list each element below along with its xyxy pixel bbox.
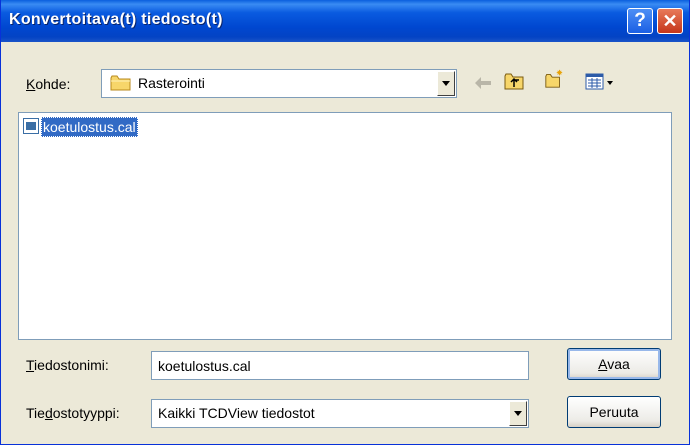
help-button[interactable]: ?	[627, 8, 653, 34]
file-name-label: Tiedostonimi:	[26, 357, 109, 373]
cal-file-icon	[23, 118, 39, 134]
file-list[interactable]: koetulostus.cal	[18, 112, 672, 340]
current-folder-text: Rasterointi	[138, 75, 205, 91]
file-type-dropdown-button[interactable]	[509, 401, 527, 426]
close-button[interactable]: ✕	[657, 8, 683, 34]
file-name: koetulostus.cal	[41, 117, 138, 137]
folder-icon	[110, 75, 131, 91]
file-name-value: koetulostus.cal	[158, 358, 251, 374]
look-in-label: Kohde:	[26, 76, 71, 92]
file-type-combobox[interactable]: Kaikki TCDView tiedostot	[151, 399, 529, 428]
view-menu-icon[interactable]	[585, 72, 615, 92]
file-type-label: Tiedostotyyppi:	[26, 405, 120, 421]
back-arrow-icon[interactable]	[472, 73, 494, 93]
file-open-dialog: Konvertoitava(t) tiedosto(t) ? ✕ Kohde: …	[0, 0, 690, 445]
file-name-input[interactable]: koetulostus.cal	[151, 351, 529, 380]
new-folder-icon[interactable]	[543, 69, 565, 89]
look-in-dropdown-button[interactable]	[437, 71, 455, 96]
file-type-value: Kaikki TCDView tiedostot	[158, 405, 315, 421]
look-in-combobox[interactable]: Rasterointi	[101, 69, 457, 98]
open-button[interactable]: Avaa	[567, 348, 661, 380]
dialog-title: Konvertoitava(t) tiedosto(t)	[9, 11, 223, 28]
up-one-level-icon[interactable]	[503, 71, 525, 91]
cancel-button[interactable]: Peruuta	[567, 396, 661, 428]
title-bar[interactable]: Konvertoitava(t) tiedosto(t) ? ✕	[1, 0, 689, 42]
